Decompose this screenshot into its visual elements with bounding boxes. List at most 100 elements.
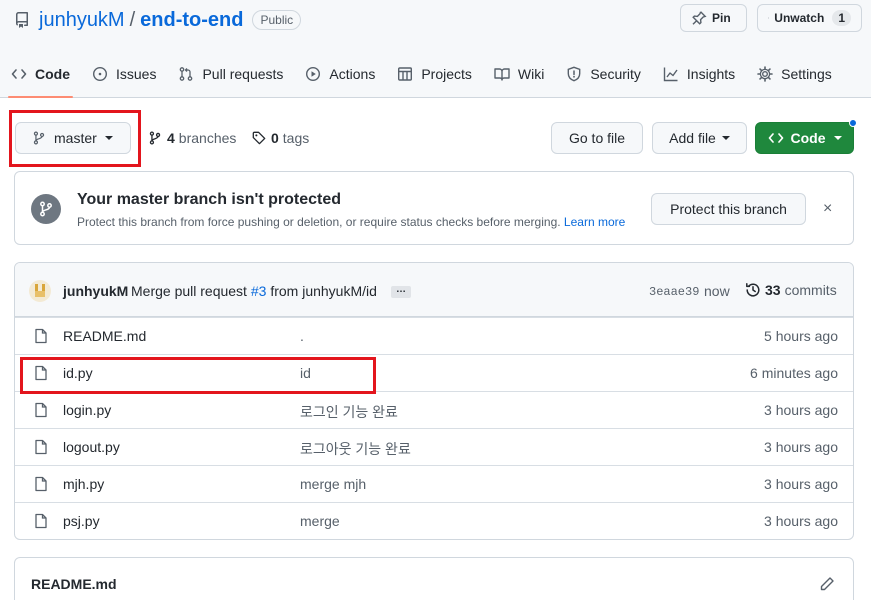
- file-name-link[interactable]: psj.py: [63, 513, 100, 529]
- code-button[interactable]: Code: [755, 122, 854, 154]
- file-commit-message[interactable]: id: [300, 365, 311, 381]
- file-icon: [35, 439, 47, 455]
- code-icon: [11, 69, 27, 79]
- tab-label: Settings: [781, 66, 832, 82]
- visibility-badge: Public: [252, 10, 302, 30]
- commit-author[interactable]: junhyukM: [63, 283, 128, 299]
- commit-message-prefix: Merge pull request: [131, 283, 247, 299]
- branches-count: 4: [167, 130, 175, 146]
- graph-icon: [663, 67, 678, 82]
- file-name-link[interactable]: README.md: [63, 328, 146, 344]
- repo-title: junhyukM / end-to-end Public: [14, 7, 302, 33]
- branch-select-button[interactable]: master: [15, 122, 131, 154]
- file-name-link[interactable]: mjh.py: [63, 476, 104, 492]
- learn-more-link[interactable]: Learn more: [564, 215, 625, 229]
- file-row[interactable]: psj.py merge 3 hours ago: [15, 502, 853, 539]
- tab-insights[interactable]: Insights: [652, 56, 746, 92]
- file-icon: [35, 365, 47, 381]
- file-commit-time: 3 hours ago: [764, 439, 838, 455]
- tab-code[interactable]: Code: [0, 56, 81, 98]
- repo-header: junhyukM / end-to-end Public Pin Unwatch…: [0, 0, 871, 98]
- notification-dot: [849, 119, 857, 127]
- tab-label: Issues: [116, 66, 157, 82]
- tags-label: tags: [282, 130, 310, 146]
- pin-button[interactable]: Pin: [680, 4, 747, 32]
- commits-history-link[interactable]: 33 commits: [745, 282, 837, 298]
- protect-branch-button[interactable]: Protect this branch: [651, 193, 806, 225]
- readme-panel: README.md: [14, 557, 854, 600]
- book-icon: [494, 68, 510, 81]
- file-commit-message[interactable]: merge mjh: [300, 476, 366, 492]
- tags-link[interactable]: 0 tags: [252, 130, 309, 146]
- tab-label: Code: [35, 66, 70, 82]
- commit-message-suffix: from junhyukM/id: [270, 283, 377, 299]
- file-row[interactable]: login.py 로그인 기능 완료 3 hours ago: [15, 391, 853, 428]
- latest-commit-bar: junhyukM Merge pull request #3 from junh…: [15, 263, 853, 317]
- pin-icon: [692, 11, 707, 25]
- file-name-link[interactable]: logout.py: [63, 439, 120, 455]
- file-commit-message[interactable]: 로그아웃 기능 완료: [300, 439, 411, 459]
- code-label: Code: [790, 130, 826, 146]
- branch-protection-banner: Your master branch isn't protected Prote…: [14, 171, 854, 245]
- pull-request-link[interactable]: #3: [251, 283, 267, 299]
- add-file-button[interactable]: Add file: [652, 122, 747, 154]
- file-name-link[interactable]: id.py: [63, 365, 93, 381]
- tab-issues[interactable]: Issues: [81, 56, 167, 92]
- avatar[interactable]: [29, 280, 51, 302]
- repo-owner-link[interactable]: junhyukM: [39, 9, 125, 32]
- gear-icon: [757, 66, 773, 82]
- add-file-label: Add file: [669, 130, 716, 146]
- expand-commit-button[interactable]: …: [391, 285, 411, 298]
- protection-title: Your master branch isn't protected: [77, 191, 342, 208]
- file-row[interactable]: README.md . 5 hours ago: [15, 317, 853, 354]
- tab-settings[interactable]: Settings: [746, 56, 843, 92]
- go-to-file-button[interactable]: Go to file: [551, 122, 643, 154]
- tab-actions[interactable]: Actions: [294, 56, 386, 92]
- branches-link[interactable]: 4 branches: [148, 130, 236, 146]
- commits-count: 33: [765, 282, 781, 298]
- pin-label: Pin: [712, 11, 731, 25]
- issue-icon: [92, 66, 108, 82]
- file-icon: [35, 402, 47, 418]
- protection-description-text: Protect this branch from force pushing o…: [77, 215, 561, 229]
- history-icon: [746, 283, 760, 297]
- tab-pull-requests[interactable]: Pull requests: [167, 56, 294, 92]
- chevron-down-icon: [104, 136, 113, 140]
- file-row[interactable]: id.py id 6 minutes ago: [15, 354, 853, 391]
- file-name-link[interactable]: login.py: [63, 402, 111, 418]
- tab-wiki[interactable]: Wiki: [483, 56, 555, 92]
- unwatch-label: Unwatch: [774, 11, 825, 25]
- tab-label: Wiki: [517, 66, 545, 82]
- path-separator: /: [129, 8, 136, 31]
- pull-request-icon: [180, 67, 193, 81]
- close-icon[interactable]: ×: [823, 201, 832, 217]
- repo-name-link[interactable]: end-to-end: [140, 9, 243, 32]
- code-icon: [768, 133, 783, 143]
- branch-icon: [31, 194, 61, 224]
- file-row[interactable]: logout.py 로그아웃 기능 완료 3 hours ago: [15, 428, 853, 465]
- play-icon: [306, 66, 321, 82]
- file-browser: junhyukM Merge pull request #3 from junh…: [14, 262, 854, 540]
- repo-icon: [15, 12, 28, 28]
- tab-projects[interactable]: Projects: [386, 56, 483, 92]
- file-commit-time: 3 hours ago: [764, 402, 838, 418]
- file-commit-time: 3 hours ago: [764, 476, 838, 492]
- protection-description: Protect this branch from force pushing o…: [77, 215, 625, 229]
- tab-label: Insights: [686, 66, 736, 82]
- file-icon: [35, 476, 47, 492]
- chevron-down-icon: [833, 136, 842, 140]
- unwatch-button[interactable]: Unwatch 1: [757, 4, 862, 32]
- pencil-icon[interactable]: [819, 576, 835, 592]
- tab-security[interactable]: Security: [555, 56, 652, 92]
- file-commit-message[interactable]: 로그인 기능 완료: [300, 402, 398, 422]
- file-row[interactable]: mjh.py merge mjh 3 hours ago: [15, 465, 853, 502]
- tab-label: Security: [590, 66, 641, 82]
- commit-sha[interactable]: 3eaae39: [649, 285, 699, 299]
- file-commit-time: 3 hours ago: [764, 513, 838, 529]
- file-commit-message[interactable]: merge: [300, 513, 340, 529]
- readme-title: README.md: [31, 576, 117, 592]
- watch-count: 1: [832, 10, 851, 26]
- commit-message[interactable]: Merge pull request #3 from junhyukM/id: [131, 283, 377, 299]
- commit-time: now: [704, 283, 730, 299]
- file-commit-message[interactable]: .: [300, 328, 304, 344]
